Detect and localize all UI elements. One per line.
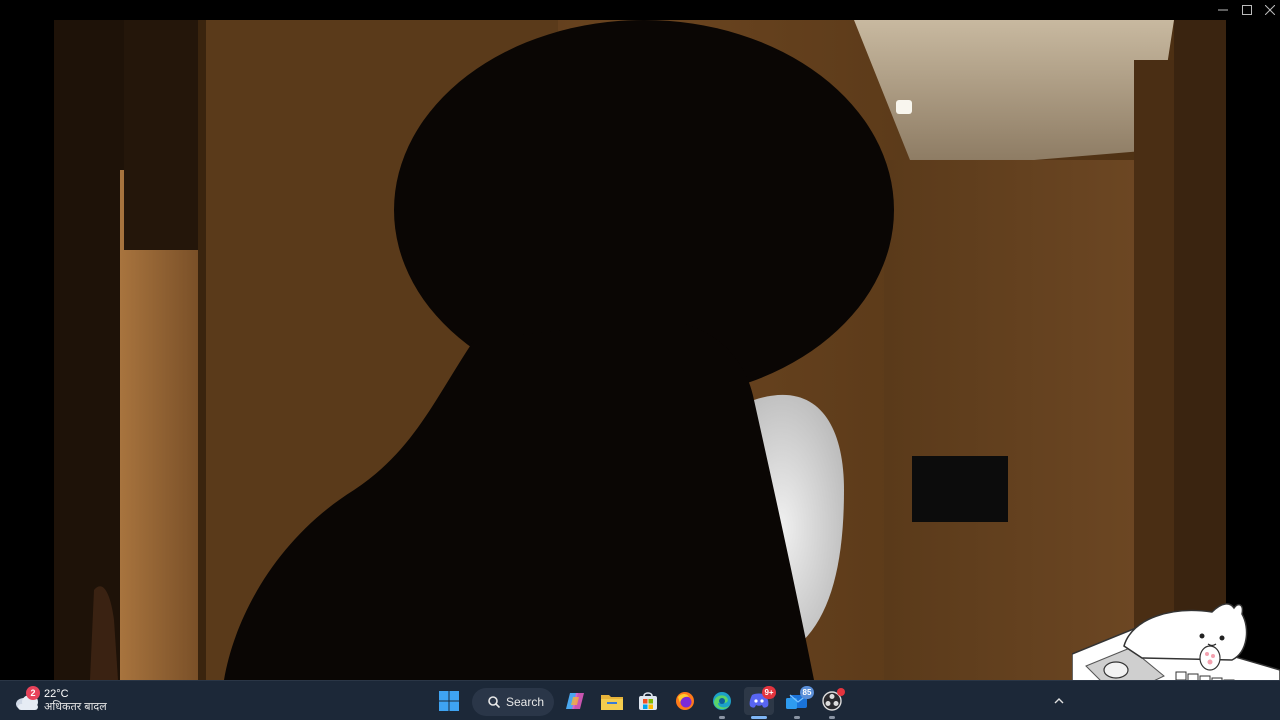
show-hidden-icons-button[interactable] bbox=[1050, 693, 1068, 709]
taskbar: 2 22°C अधिकतर बादल Search 9+ 85 bbox=[0, 680, 1280, 720]
copilot-icon bbox=[566, 693, 584, 709]
video-scene bbox=[54, 20, 1226, 680]
search-box[interactable]: Search bbox=[472, 688, 554, 716]
maximize-button[interactable] bbox=[1235, 0, 1259, 20]
running-indicator bbox=[751, 716, 767, 719]
start-button[interactable] bbox=[434, 687, 464, 715]
store-icon bbox=[639, 692, 657, 710]
weather-widget[interactable]: 2 22°C अधिकतर बादल bbox=[14, 685, 107, 717]
search-label: Search bbox=[506, 695, 545, 709]
edge-icon bbox=[713, 692, 731, 710]
copilot-button[interactable] bbox=[560, 687, 590, 715]
search-icon bbox=[488, 696, 500, 708]
store-button[interactable] bbox=[633, 687, 663, 715]
weather-description: अधिकतर बादल bbox=[44, 701, 107, 713]
running-indicator bbox=[719, 716, 725, 719]
video-frame[interactable] bbox=[54, 20, 1226, 680]
weather-temperature: 22°C bbox=[44, 688, 69, 700]
weather-badge: 2 bbox=[26, 686, 40, 700]
firefox-icon bbox=[676, 692, 694, 710]
running-indicator bbox=[829, 716, 835, 719]
discord-badge: 9+ bbox=[762, 686, 776, 699]
windows-logo-icon bbox=[439, 691, 459, 711]
mail-badge: 85 bbox=[800, 686, 814, 699]
file-explorer-button[interactable] bbox=[597, 687, 627, 715]
obs-button[interactable] bbox=[817, 687, 847, 719]
running-indicator bbox=[794, 716, 800, 719]
chevron-up-icon bbox=[1054, 698, 1064, 704]
mail-button[interactable]: 85 bbox=[782, 686, 814, 719]
minimize-icon bbox=[1218, 9, 1228, 11]
folder-icon bbox=[601, 695, 623, 710]
firefox-button[interactable] bbox=[670, 687, 700, 715]
edge-button[interactable] bbox=[707, 687, 737, 719]
maximize-icon bbox=[1242, 5, 1252, 15]
minimize-button[interactable] bbox=[1211, 0, 1235, 20]
cloud-icon: 2 bbox=[14, 686, 40, 712]
discord-button[interactable]: 9+ bbox=[744, 686, 776, 719]
window-title-bar bbox=[0, 0, 1280, 20]
close-button[interactable] bbox=[1258, 0, 1280, 20]
close-icon bbox=[1265, 5, 1275, 15]
recording-dot bbox=[837, 688, 845, 696]
